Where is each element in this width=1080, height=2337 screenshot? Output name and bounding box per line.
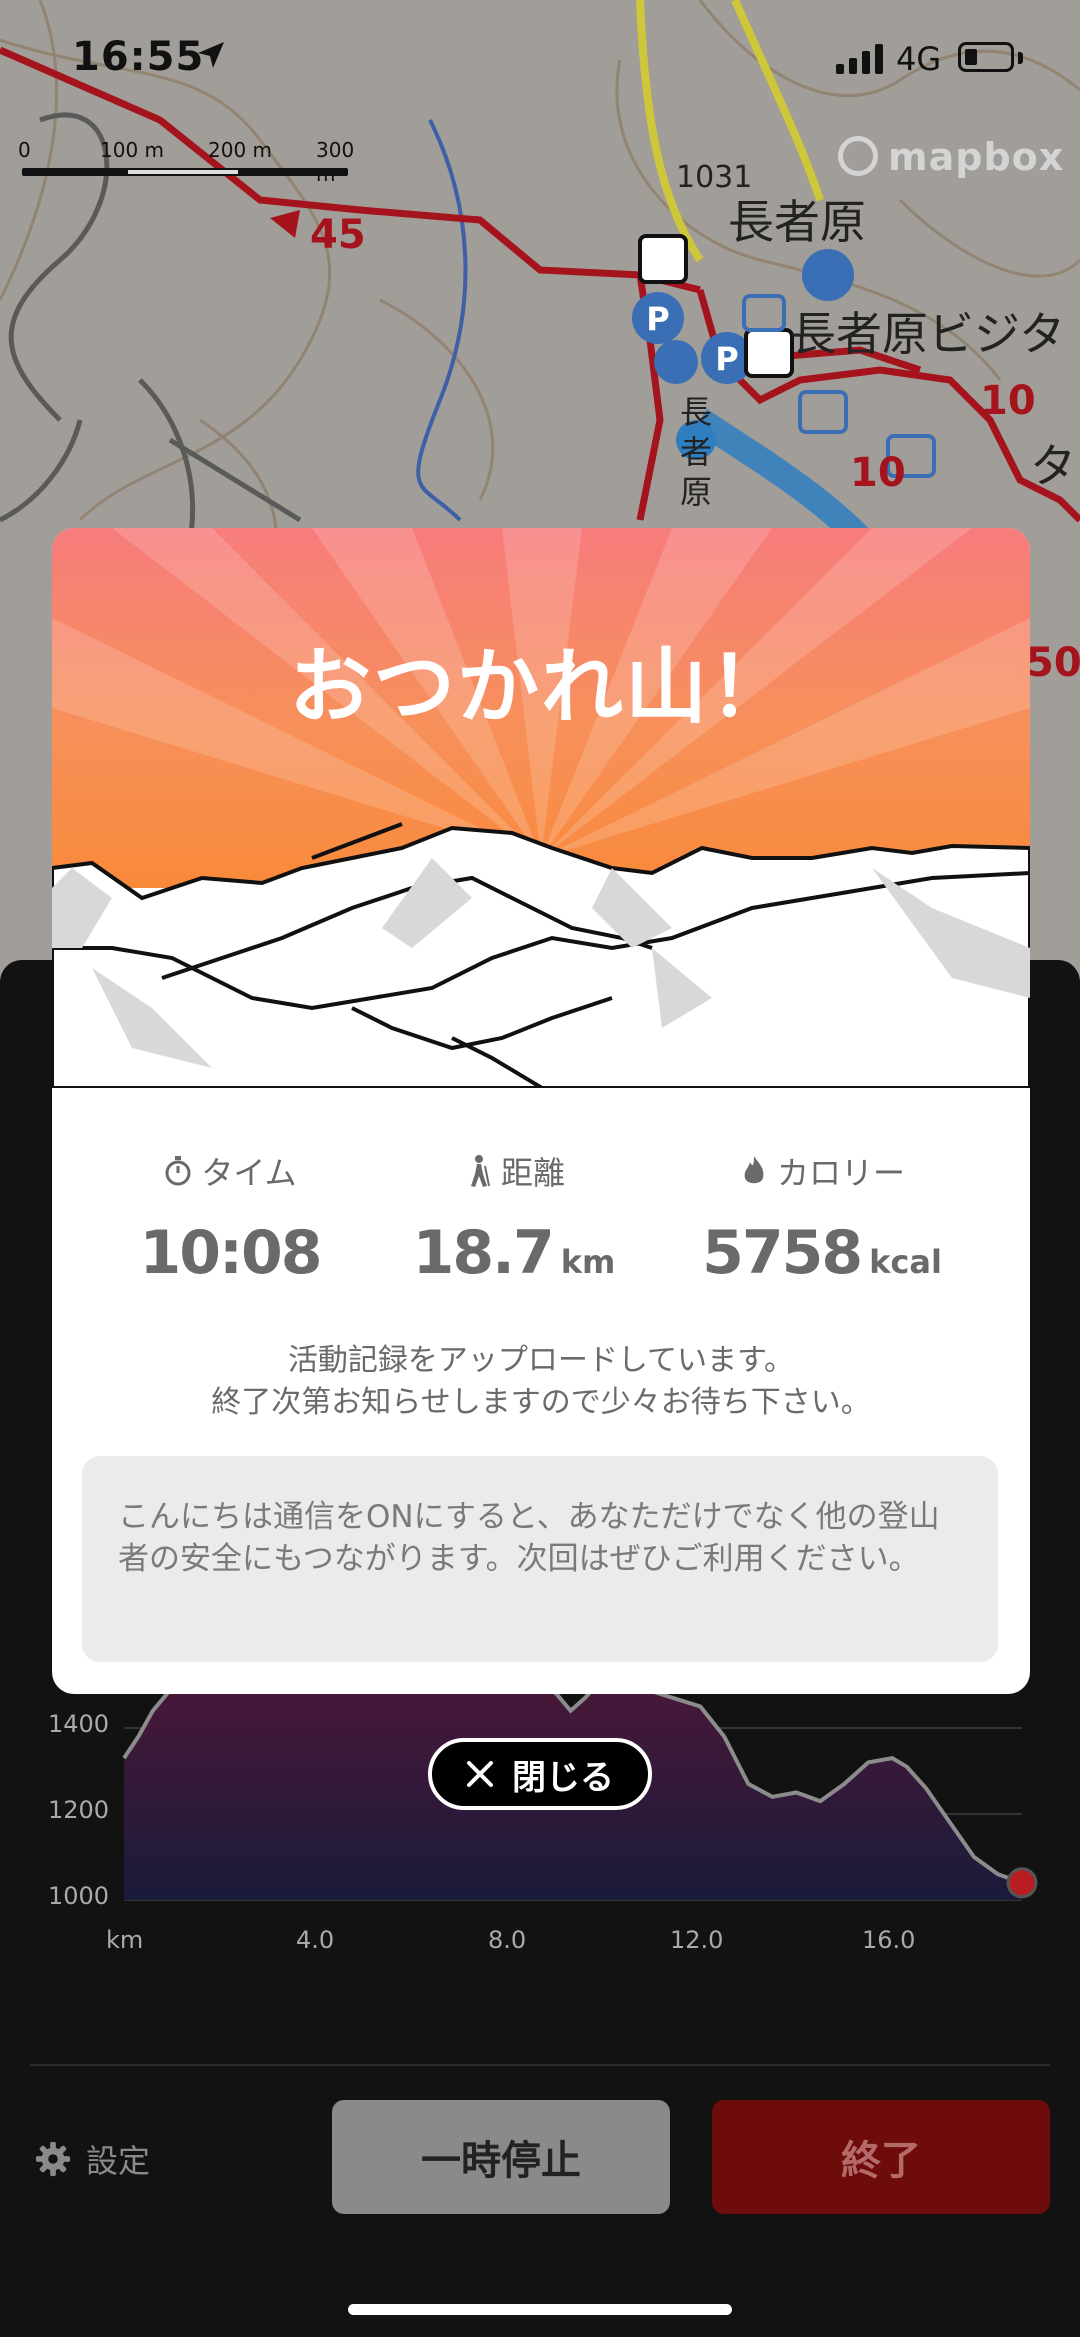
communication-note-text: こんにちは通信をONにすると、あなただけでなく他の登山者の安全にもつながります。… <box>118 1499 940 1577</box>
close-icon <box>467 1761 493 1787</box>
stat-calories-value: 5758 <box>702 1218 863 1288</box>
hiker-icon <box>470 1155 490 1187</box>
stat-calories: カロリー 5758 kcal <box>672 1148 972 1288</box>
upload-message-line1: 活動記録をアップロードしています。 <box>287 1343 795 1378</box>
home-indicator[interactable] <box>348 2304 732 2315</box>
stat-distance-label: 距離 <box>500 1154 565 1192</box>
upload-message-line2: 終了次第お知らせしますので少々お待ち下さい。 <box>211 1385 871 1420</box>
stat-distance: 距離 18.7 km <box>364 1148 664 1288</box>
stat-calories-unit: kcal <box>869 1243 942 1281</box>
stat-distance-unit: km <box>560 1243 616 1281</box>
stopwatch-icon <box>165 1156 191 1186</box>
completion-modal: おつかれ山！ タイム 10:08 距離 18.7 km カロリー 5758 kc… <box>52 528 1030 1694</box>
stats-row: タイム 10:08 距離 18.7 km カロリー 5758 kcal <box>52 1148 1030 1318</box>
stat-time: タイム 10:08 <box>80 1148 380 1288</box>
close-button[interactable]: 閉じる <box>428 1738 652 1810</box>
modal-title: おつかれ山！ <box>288 640 793 735</box>
communication-note: こんにちは通信をONにすると、あなただけでなく他の登山者の安全にもつながります。… <box>82 1456 998 1662</box>
upload-message: 活動記録をアップロードしています。 終了次第お知らせしますので少々お待ち下さい。 <box>52 1340 1030 1424</box>
mountain-illustration <box>52 528 1030 1088</box>
stat-calories-label: カロリー <box>776 1154 905 1192</box>
stat-time-label: タイム <box>201 1154 297 1192</box>
flame-icon <box>744 1156 764 1184</box>
stat-distance-value: 18.7 <box>412 1218 555 1288</box>
close-button-label: 閉じる <box>512 1757 614 1798</box>
stat-time-value: 10:08 <box>139 1218 323 1288</box>
